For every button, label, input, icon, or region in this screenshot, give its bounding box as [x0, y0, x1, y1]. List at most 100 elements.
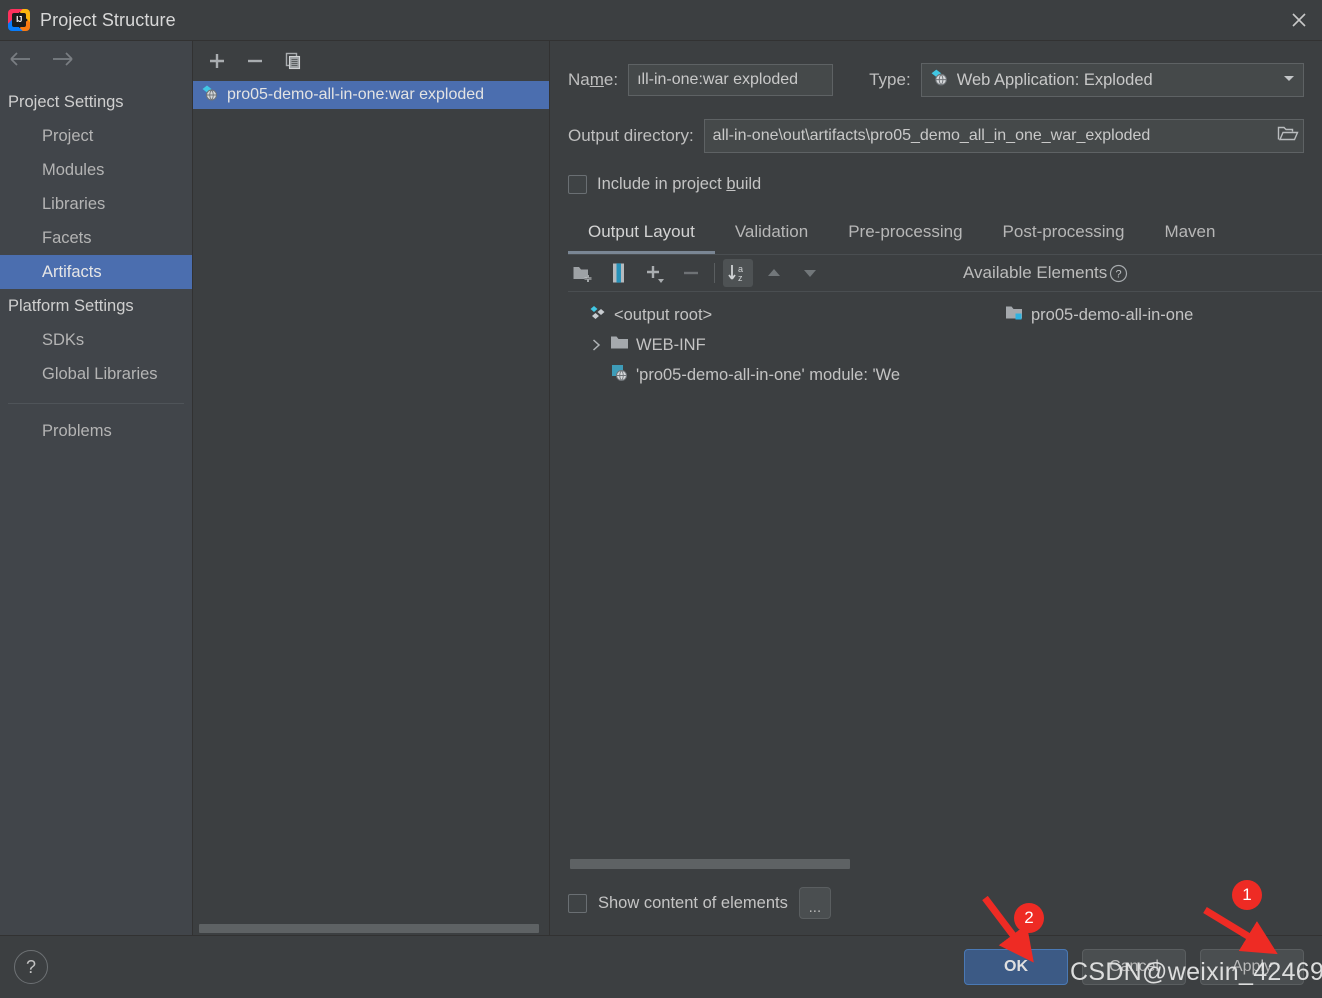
triangle-down-icon [795, 259, 825, 287]
arrow-right-icon[interactable] [50, 50, 76, 73]
ok-button[interactable]: OK [964, 949, 1068, 985]
arrow-left-icon[interactable] [8, 50, 34, 73]
window-title: Project Structure [40, 9, 176, 30]
output-directory-input[interactable]: all-in-one\out\artifacts\pro05_demo_all_… [703, 119, 1304, 153]
sidebar-item-sdks[interactable]: SDKs [0, 323, 192, 357]
plus-dropdown-icon[interactable] [640, 259, 670, 287]
scrollbar-thumb[interactable] [199, 924, 539, 933]
sidebar-item-artifacts[interactable]: Artifacts [0, 255, 192, 289]
tab-output-layout[interactable]: Output Layout [568, 216, 715, 254]
settings-tree: Project Settings Project Modules Librari… [0, 81, 192, 448]
tab-post-processing[interactable]: Post-processing [983, 216, 1145, 254]
chevron-down-icon[interactable] [1281, 70, 1297, 91]
remove-artifact-button[interactable] [245, 51, 265, 71]
artifact-web-icon [201, 84, 219, 107]
available-elements-header: Available Elements ? [963, 255, 1128, 291]
copy-artifact-button[interactable] [283, 51, 303, 71]
folder-open-icon[interactable] [1277, 124, 1299, 148]
dialog-body: Project Settings Project Modules Librari… [0, 40, 1322, 935]
sidebar-divider [8, 403, 184, 404]
footer-buttons: OK Cancel Apply [964, 949, 1304, 985]
show-content-checkbox[interactable] [568, 893, 587, 913]
available-elements-label: Available Elements [963, 263, 1108, 282]
tree-node-output-root[interactable]: <output root> [568, 300, 963, 330]
name-type-row: Name: ıll-in-one:war exploded Type: Web … [568, 63, 1322, 97]
artifacts-pane: pro05-demo-all-in-one:war exploded [193, 41, 550, 935]
sidebar-group-project-settings: Project Settings [8, 93, 124, 111]
minus-icon [676, 259, 706, 287]
artifact-type-value: Web Application: Exploded [956, 70, 1153, 89]
more-options-button[interactable]: ... [798, 887, 831, 919]
title-bar: IJ Project Structure [0, 0, 1322, 40]
artifacts-list[interactable]: pro05-demo-all-in-one:war exploded [193, 81, 549, 923]
help-button[interactable]: ? [14, 950, 48, 984]
logo-text: IJ [12, 13, 26, 27]
chevron-right-icon[interactable] [589, 338, 603, 352]
layout-toolbar-wrapper: a z Available Elements ? [568, 255, 1322, 292]
sidebar-item-libraries[interactable]: Libraries [0, 187, 192, 221]
tree-node-label: 'pro05-demo-all-in-one' module: 'We [636, 365, 901, 384]
include-in-build-label: Include in project build [597, 175, 762, 193]
artifact-name: pro05-demo-all-in-one:war exploded [227, 86, 485, 103]
toolbar-divider [714, 263, 715, 283]
project-structure-dialog: IJ Project Structure Project Settings Pr… [0, 0, 1322, 998]
module-web-icon [610, 363, 629, 387]
available-element-label: pro05-demo-all-in-one [1031, 305, 1194, 324]
apply-button[interactable]: Apply [1200, 949, 1304, 985]
checkbox-box[interactable] [568, 175, 587, 194]
output-directory-value: all-in-one\out\artifacts\pro05_demo_all_… [712, 127, 1151, 144]
output-layout-tree[interactable]: <output root> WEB-INF 'pro05-demo-all-in… [568, 292, 963, 859]
output-layout-toolbar: a z [568, 255, 1322, 292]
settings-sidebar: Project Settings Project Modules Librari… [0, 41, 193, 935]
name-label: Name: [568, 70, 619, 89]
help-circle-icon[interactable]: ? [1109, 264, 1128, 283]
tab-pre-processing[interactable]: Pre-processing [828, 216, 982, 254]
type-label: Type: [869, 70, 911, 89]
sidebar-nav-arrows [0, 41, 192, 81]
artifact-name-input[interactable]: ıll-in-one:war exploded [628, 64, 834, 96]
cancel-button[interactable]: Cancel [1082, 949, 1186, 985]
tree-node-label: WEB-INF [636, 335, 706, 354]
svg-text:?: ? [1116, 268, 1122, 280]
artifacts-hscrollbar[interactable] [193, 923, 549, 935]
include-in-build-checkbox[interactable]: Include in project build [568, 175, 761, 194]
sort-az-icon[interactable]: a z [723, 259, 753, 287]
tree-node-label: <output root> [614, 305, 713, 324]
archive-icon[interactable] [604, 259, 634, 287]
output-root-icon [589, 304, 607, 327]
artifact-web-icon [930, 68, 949, 92]
tree-node-web-inf[interactable]: WEB-INF [568, 330, 963, 360]
tab-maven[interactable]: Maven [1144, 216, 1235, 254]
dialog-footer: ? OK Cancel Apply [0, 935, 1322, 998]
svg-text:z: z [738, 273, 743, 283]
intellij-logo-icon: IJ [8, 9, 30, 31]
close-icon[interactable] [1276, 0, 1322, 40]
module-folder-icon [1005, 304, 1024, 327]
artifacts-toolbar [193, 41, 549, 81]
new-folder-icon[interactable] [568, 259, 598, 287]
triangle-up-icon [759, 259, 789, 287]
sidebar-item-problems[interactable]: Problems [0, 414, 192, 448]
sidebar-item-global-libraries[interactable]: Global Libraries [0, 357, 192, 391]
show-content-label: Show content of elements [598, 893, 788, 912]
tree-node-module-web[interactable]: 'pro05-demo-all-in-one' module: 'We [568, 360, 963, 390]
scrollbar-thumb[interactable] [570, 859, 850, 869]
layout-columns: <output root> WEB-INF 'pro05-demo-all-in… [568, 292, 1322, 859]
list-item[interactable]: pro05-demo-all-in-one [1005, 300, 1322, 330]
layout-bottom-bar: Show content of elements ... [568, 859, 1322, 935]
output-directory-row: Output directory: all-in-one\out\artifac… [568, 119, 1322, 153]
available-elements-list[interactable]: pro05-demo-all-in-one [963, 292, 1322, 859]
output-directory-label: Output directory: [568, 126, 694, 145]
sidebar-group-platform-settings: Platform Settings [8, 297, 134, 315]
sidebar-item-modules[interactable]: Modules [0, 153, 192, 187]
layout-hscrollbar[interactable] [568, 859, 1304, 869]
sidebar-item-project[interactable]: Project [0, 119, 192, 153]
artifact-tabs: Output Layout Validation Pre-processing … [568, 216, 1322, 255]
list-item[interactable]: pro05-demo-all-in-one:war exploded [193, 81, 549, 109]
sidebar-item-facets[interactable]: Facets [0, 221, 192, 255]
tab-validation[interactable]: Validation [715, 216, 828, 254]
add-artifact-button[interactable] [207, 51, 227, 71]
show-content-row: Show content of elements ... [568, 887, 1304, 935]
artifact-detail-pane: Name: ıll-in-one:war exploded Type: Web … [550, 41, 1322, 935]
artifact-type-select[interactable]: Web Application: Exploded [920, 63, 1304, 97]
